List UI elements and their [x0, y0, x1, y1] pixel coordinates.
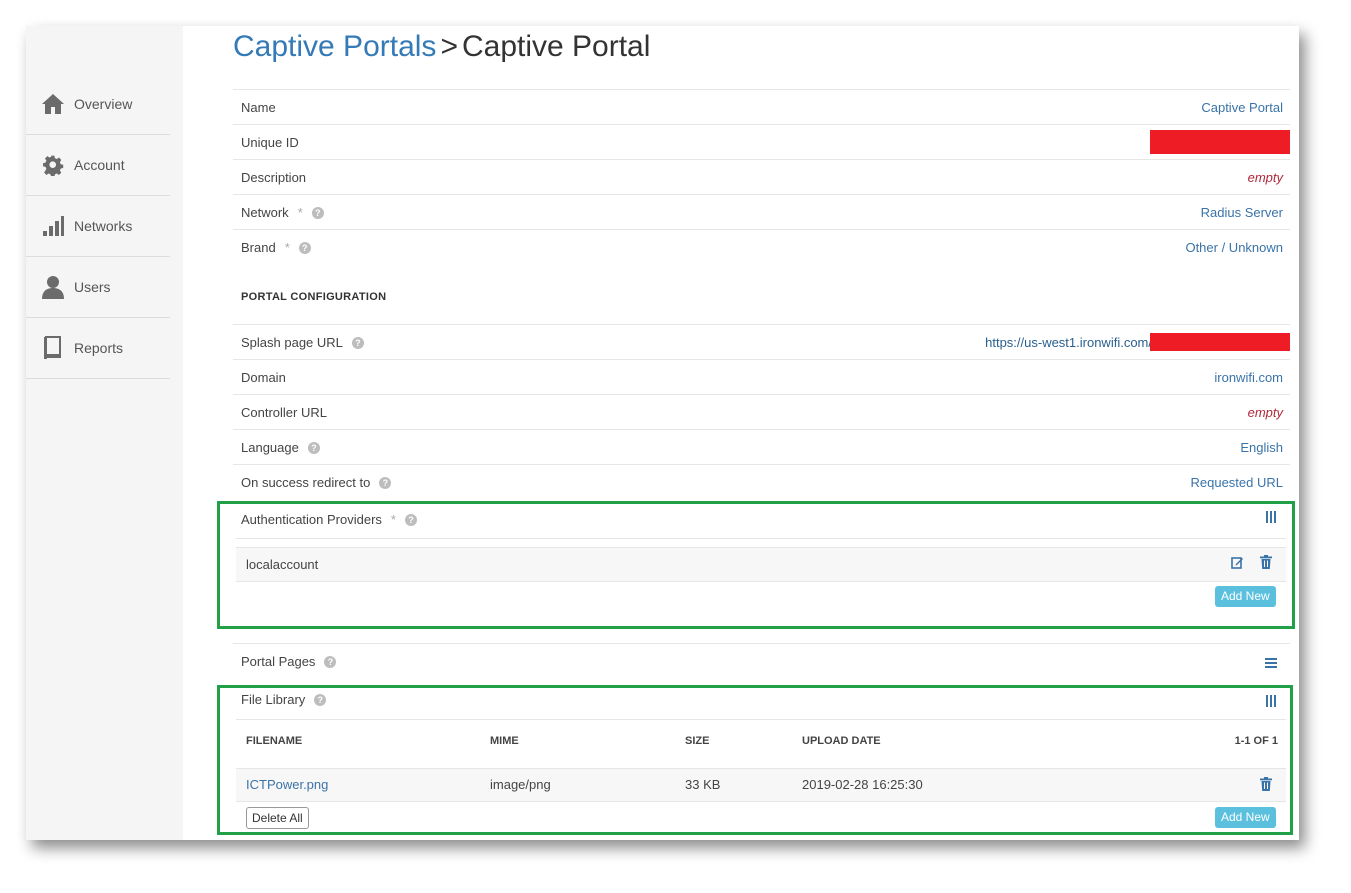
field-label: Description	[241, 170, 307, 185]
sidebar-item-label: Account	[74, 157, 125, 173]
field-row-brand: Brand *? Other / Unknown	[233, 229, 1290, 265]
sidebar: Overview Account Networks Users Reports	[26, 26, 183, 840]
file-name-link[interactable]: ICTPower.png	[246, 777, 328, 792]
field-value-domain[interactable]: ironwifi.com	[1214, 370, 1290, 385]
field-label: On success redirect to?	[233, 475, 392, 490]
field-row-unique-id: Unique ID	[233, 124, 1290, 160]
user-icon	[40, 274, 66, 300]
divider	[236, 719, 1286, 720]
edit-icon[interactable]	[1231, 556, 1244, 574]
pagination-label: 1-1 OF 1	[1234, 735, 1278, 747]
field-label: Unique ID	[241, 135, 299, 150]
sidebar-item-users[interactable]: Users	[26, 257, 170, 318]
table-row	[236, 768, 1286, 802]
sidebar-item-reports[interactable]: Reports	[26, 318, 170, 379]
home-icon	[40, 91, 66, 117]
required-asterisk: *	[297, 205, 303, 220]
file-upload-date: 2019-02-28 16:25:30	[802, 777, 923, 792]
sidebar-item-label: Overview	[74, 96, 133, 112]
field-label: Controller URL	[241, 405, 327, 420]
field-value-redirect[interactable]: Requested URL	[1191, 475, 1291, 490]
help-icon[interactable]: ?	[314, 693, 327, 706]
field-row-description: Description empty	[233, 159, 1290, 195]
field-value-controller-url[interactable]: empty	[1248, 405, 1290, 420]
field-value-brand[interactable]: Other / Unknown	[1185, 240, 1290, 255]
breadcrumb-separator: >	[440, 30, 458, 63]
column-header-upload-date[interactable]: UPLOAD DATE	[802, 735, 881, 747]
field-value-description[interactable]: empty	[1248, 170, 1290, 185]
help-icon[interactable]: ?	[404, 513, 417, 526]
field-row-redirect: On success redirect to? Requested URL	[233, 464, 1290, 500]
signal-bars-icon	[40, 213, 66, 239]
help-icon[interactable]: ?	[324, 655, 337, 668]
field-label: Splash page URL?	[233, 335, 364, 350]
required-asterisk: *	[390, 512, 396, 527]
columns-toggle-icon[interactable]	[1266, 510, 1276, 526]
field-label: Brand *?	[233, 240, 311, 255]
field-value-network[interactable]: Radius Server	[1201, 205, 1290, 220]
column-header-filename[interactable]: FILENAME	[246, 735, 302, 747]
gear-icon	[40, 152, 66, 178]
menu-icon[interactable]	[1265, 655, 1277, 671]
redaction-block	[1150, 130, 1290, 154]
field-row-network: Network *? Radius Server	[233, 194, 1290, 230]
field-row-splash-url: Splash page URL? https://us-west1.ironwi…	[233, 324, 1290, 360]
column-header-mime[interactable]: MIME	[490, 735, 519, 747]
field-row-name: Name Captive Portal	[233, 89, 1290, 125]
sidebar-item-account[interactable]: Account	[26, 135, 170, 196]
file-size: 33 KB	[685, 777, 721, 792]
auth-providers-add-new-button[interactable]: Add New	[1215, 586, 1276, 607]
sidebar-item-label: Reports	[74, 340, 124, 356]
field-value-language[interactable]: English	[1240, 440, 1290, 455]
delete-all-button[interactable]: Delete All	[246, 807, 309, 829]
section-heading-portal-configuration: PORTAL CONFIGURATION	[241, 291, 387, 303]
sidebar-item-networks[interactable]: Networks	[26, 196, 170, 257]
required-asterisk: *	[284, 240, 290, 255]
auth-provider-name: localaccount	[246, 557, 319, 572]
book-icon	[40, 335, 66, 361]
sidebar-item-overview[interactable]: Overview	[26, 74, 170, 135]
file-library-add-new-button[interactable]: Add New	[1215, 807, 1276, 828]
column-header-size[interactable]: SIZE	[685, 735, 709, 747]
field-row-controller-url: Controller URL empty	[233, 394, 1290, 430]
field-row-language: Language? English	[233, 429, 1290, 465]
field-label: Domain	[241, 370, 286, 385]
field-row-domain: Domain ironwifi.com	[233, 359, 1290, 395]
help-icon[interactable]: ?	[307, 441, 320, 454]
help-icon[interactable]: ?	[379, 476, 392, 489]
file-mime: image/png	[490, 777, 551, 792]
portal-pages-header: Portal Pages?	[233, 643, 1290, 679]
field-value-name[interactable]: Captive Portal	[1201, 100, 1290, 115]
field-label: File Library?	[233, 692, 327, 707]
file-library-header: File Library?	[233, 682, 1290, 717]
trash-icon[interactable]	[1260, 777, 1272, 796]
redaction-block	[1150, 333, 1290, 351]
auth-providers-header: Authentication Providers *?	[233, 502, 1290, 537]
help-icon[interactable]: ?	[298, 241, 311, 254]
field-label: Authentication Providers *?	[233, 512, 417, 527]
field-label: Network *?	[233, 205, 324, 220]
field-label: Portal Pages?	[233, 654, 337, 669]
breadcrumb-link[interactable]: Captive Portals	[233, 30, 436, 63]
trash-icon[interactable]	[1260, 555, 1272, 574]
breadcrumb-current: Captive Portal	[461, 30, 651, 63]
sidebar-item-label: Networks	[74, 218, 133, 234]
sidebar-item-label: Users	[74, 279, 111, 295]
columns-toggle-icon[interactable]	[1266, 694, 1276, 710]
app-window: Overview Account Networks Users Reports	[26, 26, 1299, 840]
help-icon[interactable]: ?	[311, 206, 324, 219]
help-icon[interactable]: ?	[351, 336, 364, 349]
main-content: Captive Portals > Captive Portal Name Capt…	[217, 26, 1295, 840]
list-item: localaccount	[236, 547, 1286, 582]
divider	[236, 538, 1286, 539]
field-label: Language?	[233, 440, 320, 455]
page-title: Captive Portals > Captive Portal	[233, 30, 650, 64]
field-label: Name	[241, 100, 276, 115]
